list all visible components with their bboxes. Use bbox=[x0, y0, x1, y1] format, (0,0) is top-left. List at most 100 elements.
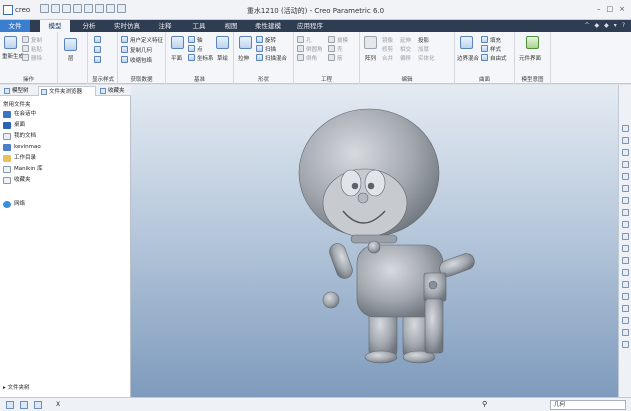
csys-display-icon[interactable] bbox=[622, 281, 629, 288]
close-button[interactable]: × bbox=[619, 5, 625, 13]
shrinkwrap-label[interactable]: 收缩包络 bbox=[130, 56, 152, 64]
extend-label[interactable]: 延伸 bbox=[400, 36, 411, 44]
offset-label[interactable]: 偏移 bbox=[400, 54, 411, 62]
draft-label[interactable]: 拔模 bbox=[337, 36, 348, 44]
graphics-window[interactable] bbox=[131, 85, 618, 397]
extrude-icon[interactable] bbox=[239, 36, 252, 49]
point-label[interactable]: 点 bbox=[197, 45, 203, 53]
folder-item-working-dir[interactable]: 工作目录 bbox=[3, 154, 36, 163]
solidify-label[interactable]: 实体化 bbox=[418, 54, 435, 62]
datum-display-icon[interactable] bbox=[622, 233, 629, 240]
chamfer-icon[interactable] bbox=[297, 54, 304, 61]
boundary-blend-label[interactable]: 边界混合 bbox=[457, 54, 479, 62]
udf-label[interactable]: 用户定义特征 bbox=[130, 36, 163, 44]
round-icon[interactable] bbox=[297, 45, 304, 52]
layer-label[interactable]: 层 bbox=[68, 54, 74, 62]
shell-icon[interactable] bbox=[328, 45, 335, 52]
section-icon[interactable] bbox=[622, 197, 629, 204]
revolve-label[interactable]: 旋转 bbox=[265, 36, 276, 44]
regenerate-label[interactable]: 重新生成 bbox=[2, 52, 24, 60]
style-icon[interactable] bbox=[481, 45, 488, 52]
paste-label[interactable]: 粘贴 bbox=[31, 45, 42, 53]
copy-geometry-icon[interactable] bbox=[121, 46, 128, 53]
plane-icon[interactable] bbox=[171, 36, 184, 49]
project-label[interactable]: 投影 bbox=[418, 36, 429, 44]
layers-view-icon[interactable] bbox=[622, 341, 629, 348]
regenerate-icon[interactable] bbox=[4, 36, 17, 49]
shrinkwrap-icon[interactable] bbox=[121, 56, 128, 63]
paste-icon[interactable] bbox=[22, 45, 29, 52]
tab-live-simulation[interactable]: 实时仿真 bbox=[110, 20, 144, 32]
pan-icon[interactable] bbox=[622, 317, 629, 324]
copy-icon[interactable] bbox=[22, 36, 29, 43]
tab-model[interactable]: 模型 bbox=[40, 20, 70, 32]
point-icon[interactable] bbox=[188, 45, 195, 52]
coordinate-system-icon[interactable] bbox=[188, 54, 195, 61]
plane-display-icon[interactable] bbox=[622, 245, 629, 252]
delete-icon[interactable] bbox=[22, 54, 29, 61]
axis-label[interactable]: 轴 bbox=[197, 36, 203, 44]
trim-label[interactable]: 修剪 bbox=[382, 45, 393, 53]
full-screen-icon[interactable] bbox=[34, 401, 42, 409]
folder-item-user[interactable]: kevinmao bbox=[3, 143, 41, 152]
tab-file[interactable]: 文件 bbox=[0, 20, 30, 32]
sketch-icon[interactable] bbox=[216, 36, 229, 49]
tab-annotate[interactable]: 注释 bbox=[152, 20, 178, 32]
saved-views-icon[interactable] bbox=[622, 185, 629, 192]
folder-item-my-documents[interactable]: 我的文档 bbox=[3, 132, 36, 141]
maximize-button[interactable]: □ bbox=[607, 5, 614, 13]
mirror-label[interactable]: 镜像 bbox=[382, 36, 393, 44]
folder-item-manikin[interactable]: Manikin 库 bbox=[3, 165, 43, 174]
tab-view[interactable]: 视图 bbox=[218, 20, 244, 32]
round-label[interactable]: 倒圆角 bbox=[306, 45, 323, 53]
selection-filter[interactable]: 几何 bbox=[550, 400, 626, 410]
orientation-icon[interactable] bbox=[622, 173, 629, 180]
shell-label[interactable]: 壳 bbox=[337, 45, 343, 53]
copy-geometry-label[interactable]: 复制几何 bbox=[130, 46, 152, 54]
folder-item-network[interactable]: 网络 bbox=[3, 200, 25, 209]
navigator-toggle-icon[interactable] bbox=[6, 401, 14, 409]
delete-label[interactable]: 删除 bbox=[31, 54, 42, 62]
hole-label[interactable]: 孔 bbox=[306, 36, 312, 44]
sketch-label[interactable]: 草绘 bbox=[217, 54, 228, 62]
pattern-label[interactable]: 阵列 bbox=[365, 54, 376, 62]
spin-center-icon[interactable] bbox=[622, 305, 629, 312]
zoom-out-icon[interactable] bbox=[622, 137, 629, 144]
style-label[interactable]: 样式 bbox=[490, 45, 501, 53]
repaint-icon[interactable] bbox=[622, 161, 629, 168]
display-style-label[interactable]: 显示样式 bbox=[92, 75, 114, 83]
coordinate-system-label[interactable]: 坐标系 bbox=[197, 54, 214, 62]
search-icon[interactable]: ⚲ bbox=[482, 400, 487, 408]
tab-flexible-modeling[interactable]: 柔性建模 bbox=[250, 20, 286, 32]
annotation-display-icon[interactable] bbox=[622, 293, 629, 300]
collapse-ribbon-icon[interactable]: ^ bbox=[585, 22, 590, 29]
tab-menu-icon[interactable]: ▾ bbox=[614, 22, 617, 29]
tab-analysis[interactable]: 分析 bbox=[76, 20, 102, 32]
axis-display-icon[interactable] bbox=[622, 257, 629, 264]
copy-label[interactable]: 复制 bbox=[31, 36, 42, 44]
swept-blend-icon[interactable] bbox=[256, 54, 263, 61]
sweep-label[interactable]: 扫描 bbox=[265, 45, 276, 53]
rib-label[interactable]: 筋 bbox=[337, 54, 343, 62]
extrude-label[interactable]: 拉伸 bbox=[238, 54, 249, 62]
component-interface-icon[interactable] bbox=[526, 36, 539, 49]
intersect-label[interactable]: 相交 bbox=[400, 45, 411, 53]
merge-label[interactable]: 合并 bbox=[382, 54, 393, 62]
display-style-icon[interactable] bbox=[94, 36, 101, 43]
folder-item-favorites[interactable]: 收藏夹 bbox=[3, 176, 31, 185]
perspective-icon[interactable] bbox=[622, 221, 629, 228]
help-icon[interactable]: ? bbox=[622, 22, 625, 29]
draft-icon[interactable] bbox=[328, 36, 335, 43]
boundary-blend-icon[interactable] bbox=[460, 36, 473, 49]
rib-icon[interactable] bbox=[328, 54, 335, 61]
udf-icon[interactable] bbox=[121, 36, 128, 43]
tab-control-icon[interactable]: ◆ bbox=[595, 22, 600, 29]
fill-icon[interactable] bbox=[481, 36, 488, 43]
browser-toggle-icon[interactable] bbox=[20, 401, 28, 409]
thicken-label[interactable]: 加厚 bbox=[418, 45, 429, 53]
hole-icon[interactable] bbox=[297, 36, 304, 43]
component-interface-label[interactable]: 元件界面 bbox=[519, 54, 541, 62]
layer-icon[interactable] bbox=[64, 38, 77, 51]
tab-folder-browser[interactable]: 文件夹浏览器 bbox=[38, 86, 96, 96]
fill-label[interactable]: 填充 bbox=[490, 36, 501, 44]
